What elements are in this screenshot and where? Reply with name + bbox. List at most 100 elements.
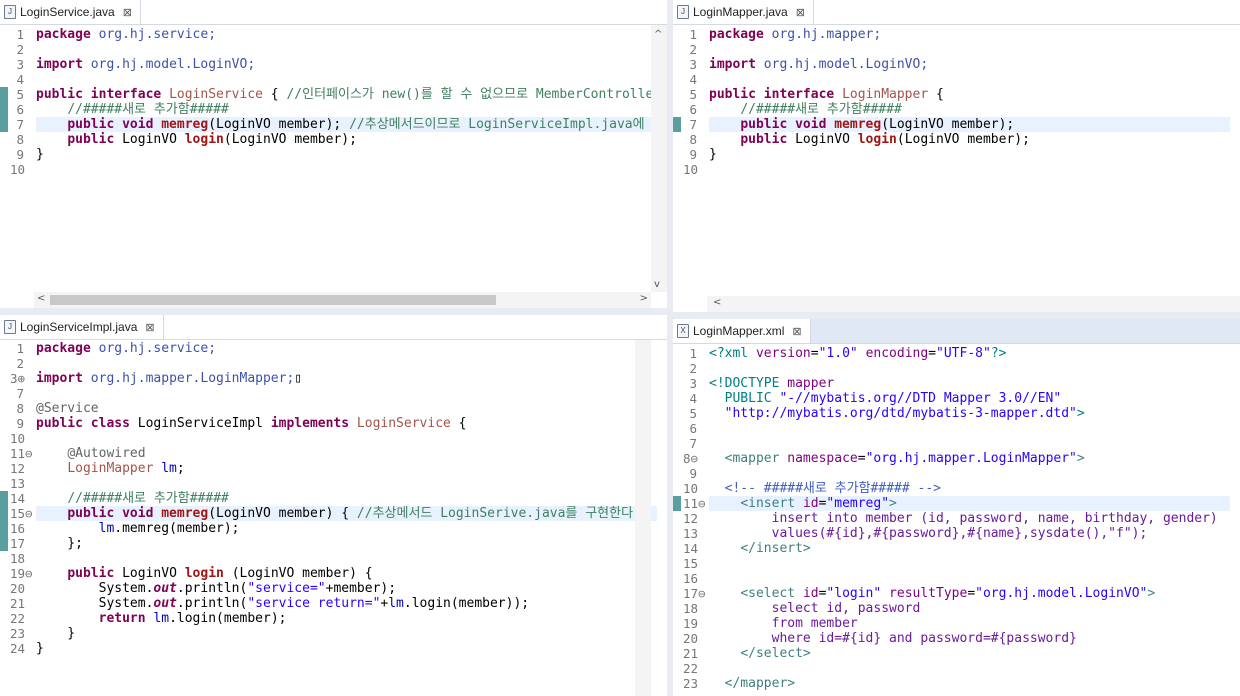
close-icon[interactable]: ⊠ <box>796 6 805 19</box>
code-line[interactable]: System.out.println("service="+member); <box>36 581 396 596</box>
code-line[interactable]: } <box>36 626 75 641</box>
vertical-scrollbar[interactable] <box>635 340 651 696</box>
close-icon[interactable]: ⊠ <box>145 321 154 334</box>
code-line[interactable]: package org.hj.service; <box>36 341 216 356</box>
code-editor[interactable]: 1 2 3 4 5 6 7 8 9 10 package org.hj.service; import… <box>0 25 667 308</box>
line-number: 20 <box>683 631 699 646</box>
code-line[interactable]: import org.hj.mapper.LoginMapper;▯ <box>36 371 302 386</box>
line-number: 14 <box>10 491 26 506</box>
code-area[interactable]: package org.hj.service; import org.hj.map… <box>36 340 667 696</box>
code-line[interactable]: <?xml version="1.0" encoding="UTF-8"?> <box>709 346 1006 361</box>
code-line[interactable]: </select> <box>709 646 810 661</box>
line-number: 5 <box>16 87 24 102</box>
code-line[interactable]: public LoginVO login(LoginVO member); <box>36 132 357 147</box>
line-number: 12 <box>10 461 26 476</box>
line-number: 14 <box>683 541 699 556</box>
java-file-icon: J <box>4 5 16 19</box>
close-icon[interactable]: ⊠ <box>792 325 801 338</box>
code-line[interactable]: <!-- #####새로 추가함##### --> <box>709 481 941 496</box>
code-line[interactable]: public void memreg(LoginVO member); //추상… <box>36 117 644 132</box>
editor-pane-login-service-impl: J LoginServiceImpl.java ⊠ 1 2 3⊕ 7 8 9 10 11⊖ 12… <box>0 315 667 696</box>
code-area[interactable]: package org.hj.mapper; import org.hj.mode… <box>709 25 1240 312</box>
code-line[interactable]: public interface LoginService { //인터페이스가… <box>36 87 667 102</box>
change-marker <box>0 506 8 521</box>
code-line[interactable]: public class LoginServiceImpl implements… <box>36 416 467 431</box>
line-number: 9 <box>16 416 24 431</box>
code-line[interactable]: where id=#{id} and password=#{password} <box>709 631 1077 646</box>
code-line[interactable]: import org.hj.model.LoginVO; <box>709 57 928 72</box>
code-line[interactable]: lm.memreg(member); <box>36 521 240 536</box>
code-line[interactable]: package org.hj.service; <box>36 27 216 42</box>
tab-login-service-impl-java[interactable]: J LoginServiceImpl.java ⊠ <box>0 315 164 339</box>
scroll-left-icon[interactable]: < <box>37 293 45 304</box>
code-line[interactable]: </insert> <box>709 541 810 556</box>
code-line[interactable]: PUBLIC "-//mybatis.org//DTD Mapper 3.0//… <box>709 391 1062 406</box>
code-line[interactable]: public LoginVO login (LoginVO member) { <box>36 566 372 581</box>
tab-login-service-java[interactable]: J LoginService.java ⊠ <box>0 0 141 24</box>
code-editor[interactable]: 1 2 3 4 5 6 7 8 9 10 package org.hj.mapper; import … <box>673 25 1240 312</box>
line-number: 13 <box>683 526 699 541</box>
scroll-left-icon[interactable]: < <box>713 297 721 308</box>
code-line[interactable]: values(#{id},#{password},#{name},sysdate… <box>709 526 1148 541</box>
code-line[interactable]: } <box>36 641 44 656</box>
code-line[interactable]: <mapper namespace="org.hj.mapper.LoginMa… <box>709 451 1085 466</box>
code-line[interactable]: "http://mybatis.org/dtd/mybatis-3-mapper… <box>709 406 1085 421</box>
code-line[interactable]: //#####새로 추가함##### <box>36 102 229 117</box>
line-number: 11⊖ <box>10 446 33 461</box>
scroll-up-icon[interactable]: ^ <box>654 29 662 40</box>
code-editor[interactable]: 1 2 3 4 5 6 7 8⊖ 9 10 11⊖ 12 13 14 15 16 17⊖ 18 19 20 21 22 23… <box>673 344 1240 696</box>
code-line[interactable]: public LoginVO login(LoginVO member); <box>709 132 1030 147</box>
code-line[interactable]: insert into member (id, password, name, … <box>709 511 1218 526</box>
code-area[interactable]: <?xml version="1.0" encoding="UTF-8"?> <!… <box>709 344 1240 696</box>
change-marker <box>0 491 8 506</box>
line-number: 1 <box>16 27 24 42</box>
code-line[interactable]: LoginMapper lm; <box>36 461 184 476</box>
scroll-down-icon[interactable]: v <box>654 279 660 290</box>
line-number: 24 <box>10 641 26 656</box>
code-line[interactable]: </mapper> <box>709 676 795 691</box>
editor-pane-login-mapper: J LoginMapper.java ⊠ 1 2 3 4 5 6 7 8 9 10 package … <box>673 0 1240 312</box>
code-line[interactable]: return lm.login(member); <box>36 611 287 626</box>
line-number: 8 <box>16 132 24 147</box>
line-number: 19⊖ <box>10 566 33 581</box>
tab-label: LoginServiceImpl.java <box>20 320 138 334</box>
tab-login-mapper-xml[interactable]: X LoginMapper.xml ⊠ <box>673 319 811 343</box>
vertical-scrollbar[interactable]: ^ v <box>651 25 667 292</box>
line-number: 3 <box>689 57 697 72</box>
code-editor[interactable]: 1 2 3⊕ 7 8 9 10 11⊖ 12 13 14 15⊖ 16 17 18 19⊖ 20 21 22 23 24… <box>0 340 667 696</box>
line-number: 21 <box>683 646 699 661</box>
tab-login-mapper-java[interactable]: J LoginMapper.java ⊠ <box>673 0 814 24</box>
code-line[interactable]: from member <box>709 616 858 631</box>
horizontal-scrollbar[interactable]: < > <box>34 292 651 308</box>
code-line[interactable]: public void memreg(LoginVO member); <box>709 117 1014 132</box>
code-line[interactable]: @Service <box>36 401 99 416</box>
code-line[interactable]: <select id="login" resultType="org.hj.mo… <box>709 586 1155 601</box>
code-line[interactable]: select id, password <box>709 601 921 616</box>
line-number: 4 <box>16 72 24 87</box>
tab-bar: J LoginServiceImpl.java ⊠ <box>0 315 667 340</box>
code-line[interactable]: public interface LoginMapper { <box>709 87 944 102</box>
code-line[interactable]: <!DOCTYPE mapper <box>709 376 834 391</box>
code-area[interactable]: package org.hj.service; import org.hj.mod… <box>36 25 667 308</box>
code-line[interactable]: package org.hj.mapper; <box>709 27 881 42</box>
horizontal-scrollbar[interactable]: < <box>707 296 1240 312</box>
code-line[interactable]: import org.hj.model.LoginVO; <box>36 57 255 72</box>
code-line[interactable]: @Autowired <box>36 446 145 461</box>
code-line[interactable]: } <box>709 147 717 162</box>
scrollbar-thumb[interactable] <box>50 295 496 305</box>
change-marker <box>0 87 8 102</box>
code-line[interactable]: }; <box>36 536 83 551</box>
code-line[interactable]: //#####새로 추가함##### <box>709 102 902 117</box>
line-number: 2 <box>689 42 697 57</box>
code-line[interactable]: //#####새로 추가함##### <box>36 491 229 506</box>
close-icon[interactable]: ⊠ <box>123 6 132 19</box>
line-number: 9 <box>16 147 24 162</box>
code-line[interactable]: } <box>36 147 44 162</box>
code-line[interactable]: System.out.println("service return="+lm.… <box>36 596 530 611</box>
scroll-right-icon[interactable]: > <box>640 293 648 304</box>
code-line[interactable]: public void memreg(LoginVO member) { //추… <box>36 506 641 521</box>
code-line[interactable]: <insert id="memreg"> <box>709 496 897 511</box>
line-number: 3 <box>16 57 24 72</box>
line-number: 19 <box>683 616 699 631</box>
line-number: 23 <box>10 626 26 641</box>
